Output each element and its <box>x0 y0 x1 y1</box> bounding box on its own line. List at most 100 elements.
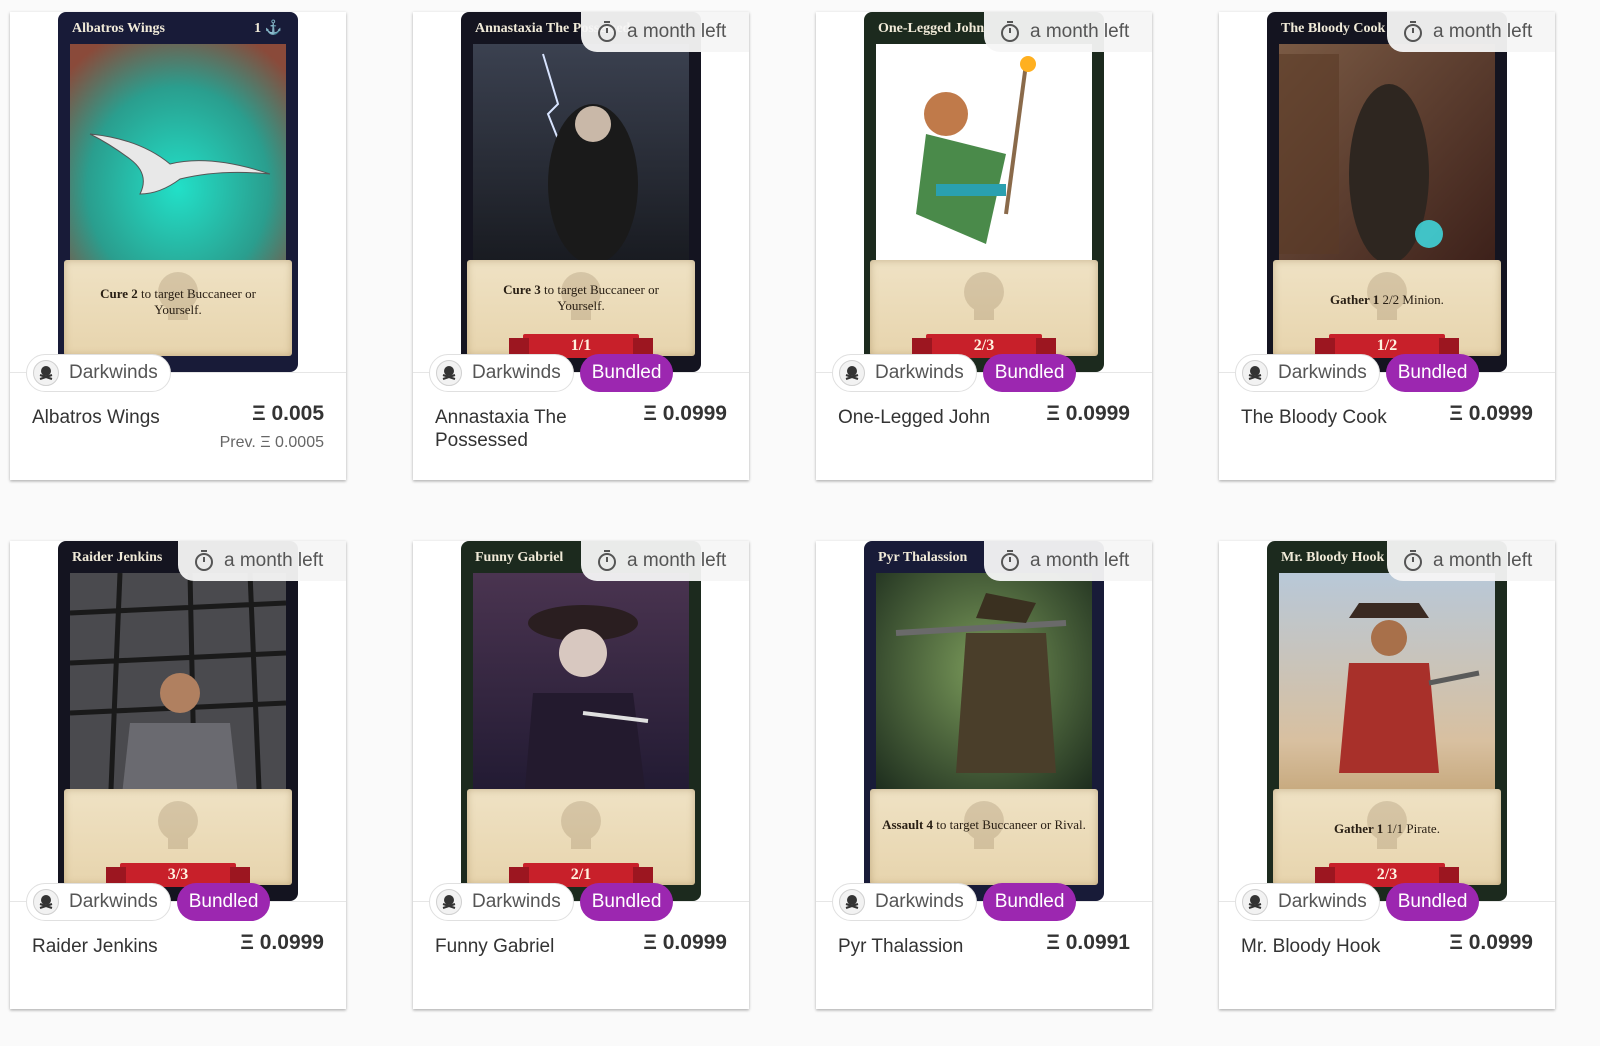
collection-chip[interactable]: Darkwinds <box>832 883 977 921</box>
collection-chip[interactable]: Darkwinds <box>1235 354 1380 392</box>
collection-avatar <box>33 360 59 386</box>
listing-title[interactable]: Pyr Thalassion <box>838 935 1018 958</box>
collection-chip[interactable]: Darkwinds <box>429 354 574 392</box>
time-left-chip: a month left <box>984 541 1152 581</box>
time-left-chip: a month left <box>178 541 346 581</box>
listing-price: Ξ 0.0999 <box>240 931 324 954</box>
collection-avatar <box>839 889 865 915</box>
card-artwork <box>70 573 286 813</box>
bundled-chip[interactable]: Bundled <box>579 354 674 392</box>
card-art-frame[interactable]: Pyr Thalassion Assault 4 to target Bucca… <box>864 541 1104 901</box>
skull-crossbones-icon <box>1248 366 1262 380</box>
card-art-frame[interactable]: Annastaxia The Possessed Cure 3 to targe… <box>461 12 701 372</box>
stopwatch-icon <box>598 21 616 42</box>
card-name: One-Legged John <box>878 21 985 36</box>
listing-card[interactable]: Funny Gabriel 2/1 a month left Darkwinds… <box>413 541 749 1009</box>
card-name: Raider Jenkins <box>72 550 163 565</box>
collection-name: Darkwinds <box>69 362 158 383</box>
listing-title[interactable]: Albatros Wings <box>32 406 212 429</box>
listing-price: Ξ 0.0991 <box>1046 931 1130 954</box>
bundled-chip[interactable]: Bundled <box>1385 354 1480 392</box>
stopwatch-icon <box>1001 21 1019 42</box>
card-artwork <box>473 573 689 813</box>
stopwatch-icon <box>1404 550 1422 571</box>
rules-text: Gather 1 2/2 Minion. <box>1330 292 1444 307</box>
collection-name: Darkwinds <box>472 891 561 912</box>
listing-title[interactable]: Annastaxia The Possessed <box>435 406 615 452</box>
listing-card[interactable]: Raider Jenkins 3/3 a month left Darkwind… <box>10 541 346 1009</box>
stopwatch-icon <box>598 550 616 571</box>
card-art-frame[interactable]: One-Legged John 2/3 <box>864 12 1104 372</box>
potion-icon: ⚓ <box>264 21 282 36</box>
time-left-chip: a month left <box>984 12 1152 52</box>
bundled-chip[interactable]: Bundled <box>982 354 1077 392</box>
card-art-frame[interactable]: Albatros Wings 1 ⚓ Cure 2 to target Bucc… <box>58 12 298 372</box>
collection-name: Darkwinds <box>69 891 158 912</box>
rules-text: Cure 2 to target Buccaneer or Yourself. <box>100 286 256 317</box>
skull-crossbones-icon <box>442 895 456 909</box>
collection-chip[interactable]: Darkwinds <box>1235 883 1380 921</box>
card-cost: 1 ⚓ <box>254 21 282 36</box>
rules-text: Gather 1 1/1 Pirate. <box>1334 821 1440 836</box>
listing-title[interactable]: Funny Gabriel <box>435 935 615 958</box>
listing-price: Ξ 0.0999 <box>1449 402 1533 425</box>
card-art-frame[interactable]: Raider Jenkins 3/3 <box>58 541 298 901</box>
listing-card[interactable]: One-Legged John 2/3 a month left Darkwin… <box>816 12 1152 480</box>
listing-card[interactable]: Albatros Wings 1 ⚓ Cure 2 to target Bucc… <box>10 12 346 480</box>
listing-card[interactable]: Annastaxia The Possessed Cure 3 to targe… <box>413 12 749 480</box>
skull-crossbones-icon <box>1248 895 1262 909</box>
stopwatch-icon <box>1404 21 1422 42</box>
skull-crossbones-icon <box>39 895 53 909</box>
bundled-chip[interactable]: Bundled <box>579 883 674 921</box>
card-name: Albatros Wings <box>72 21 165 36</box>
collection-avatar <box>33 889 59 915</box>
skull-watermark-icon <box>964 272 1004 320</box>
card-artwork <box>70 44 286 284</box>
time-left-chip: a month left <box>1387 541 1555 581</box>
listing-card[interactable]: Mr. Bloody Hook Gather 1 1/1 Pirate. 2/3… <box>1219 541 1555 1009</box>
collection-avatar <box>1242 889 1268 915</box>
time-left-chip: a month left <box>1387 12 1555 52</box>
card-art-frame[interactable]: Mr. Bloody Hook Gather 1 1/1 Pirate. 2/3 <box>1267 541 1507 901</box>
collection-name: Darkwinds <box>875 362 964 383</box>
card-art-frame[interactable]: Funny Gabriel 2/1 <box>461 541 701 901</box>
collection-chip[interactable]: Darkwinds <box>26 883 171 921</box>
skull-watermark-icon <box>158 801 198 849</box>
collection-name: Darkwinds <box>875 891 964 912</box>
collection-avatar <box>1242 360 1268 386</box>
card-art-frame[interactable]: The Bloody Cook Gather 1 2/2 Minion. 1/2 <box>1267 12 1507 372</box>
listing-title[interactable]: Mr. Bloody Hook <box>1241 935 1421 958</box>
previous-price: Prev. Ξ 0.0005 <box>219 434 324 451</box>
bundled-chip[interactable]: Bundled <box>176 883 271 921</box>
rules-text: Cure 3 to target Buccaneer or Yourself. <box>503 282 659 313</box>
card-name: The Bloody Cook <box>1281 21 1386 36</box>
listing-title[interactable]: Raider Jenkins <box>32 935 212 958</box>
card-name: Funny Gabriel <box>475 550 564 565</box>
skull-watermark-icon <box>561 801 601 849</box>
collection-name: Darkwinds <box>1278 362 1367 383</box>
skull-crossbones-icon <box>39 366 53 380</box>
collection-avatar <box>436 889 462 915</box>
listing-card[interactable]: The Bloody Cook Gather 1 2/2 Minion. 1/2… <box>1219 12 1555 480</box>
listing-title[interactable]: One-Legged John <box>838 406 1018 429</box>
collection-avatar <box>436 360 462 386</box>
bundled-chip[interactable]: Bundled <box>982 883 1077 921</box>
collection-name: Darkwinds <box>1278 891 1367 912</box>
listing-card[interactable]: Pyr Thalassion Assault 4 to target Bucca… <box>816 541 1152 1009</box>
listing-title[interactable]: The Bloody Cook <box>1241 406 1421 429</box>
collection-chip[interactable]: Darkwinds <box>26 354 171 392</box>
time-left-chip: a month left <box>581 12 749 52</box>
card-artwork <box>876 44 1092 284</box>
card-artwork <box>1279 573 1495 813</box>
card-artwork <box>876 573 1092 813</box>
bundled-chip[interactable]: Bundled <box>1385 883 1480 921</box>
listing-price: Ξ 0.0999 <box>643 402 727 425</box>
collection-chip[interactable]: Darkwinds <box>832 354 977 392</box>
card-artwork <box>473 44 689 284</box>
card-name: Mr. Bloody Hook <box>1281 550 1385 565</box>
collection-chip[interactable]: Darkwinds <box>429 883 574 921</box>
rules-text: Assault 4 to target Buccaneer or Rival. <box>882 817 1086 832</box>
skull-crossbones-icon <box>442 366 456 380</box>
collection-avatar <box>839 360 865 386</box>
listing-price: Ξ 0.0999 <box>1449 931 1533 954</box>
